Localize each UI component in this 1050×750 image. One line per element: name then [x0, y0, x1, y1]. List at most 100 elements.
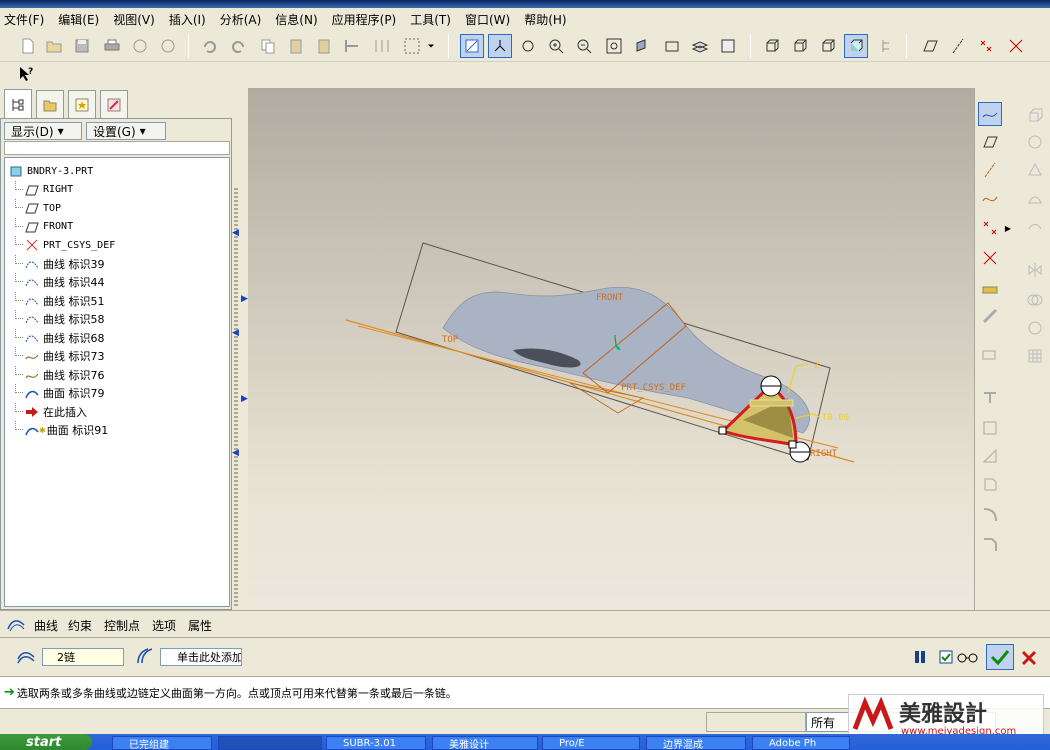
- draft-tool-icon[interactable]: [978, 472, 1002, 496]
- saved-views-icon[interactable]: [660, 34, 684, 58]
- collapse-arrow-icon[interactable]: ◀: [232, 448, 239, 458]
- tree-item[interactable]: 曲线 标识39: [15, 254, 105, 273]
- tab-options[interactable]: 选项: [152, 617, 176, 634]
- tree-item[interactable]: 曲线 标识68: [15, 328, 105, 347]
- taskbar-item[interactable]: 已完组建: [112, 736, 212, 750]
- accept-button[interactable]: [986, 644, 1014, 670]
- tab-properties[interactable]: 属性: [188, 617, 212, 634]
- reorient-icon[interactable]: [630, 34, 654, 58]
- tree-item[interactable]: ✱ 曲面 标识91: [15, 421, 108, 439]
- collapse-arrow-icon[interactable]: ◀: [232, 228, 239, 238]
- show-dropdown[interactable]: 显示(D) ▾: [4, 122, 82, 140]
- start-button[interactable]: start: [0, 734, 92, 750]
- shell-tool-icon[interactable]: [978, 416, 1002, 440]
- csys-tool-icon[interactable]: [978, 246, 1002, 270]
- menu-analysis[interactable]: 分析(A): [220, 11, 262, 28]
- second-direction-collector[interactable]: 单击此处添加: [160, 648, 242, 666]
- csys-display-icon[interactable]: [1004, 34, 1028, 58]
- tree-item[interactable]: PRT_CSYS_DEF: [15, 236, 115, 254]
- save-icon[interactable]: [70, 34, 94, 58]
- datum-plane-tool-icon[interactable]: [978, 130, 1002, 154]
- view-manager-icon[interactable]: [716, 34, 740, 58]
- wireframe-icon[interactable]: [760, 34, 784, 58]
- whats-this-help-icon[interactable]: ?: [14, 62, 38, 86]
- sweep-tool-icon[interactable]: [1023, 158, 1047, 182]
- glasses-preview-icon[interactable]: [956, 649, 980, 665]
- menu-file[interactable]: 文件(F): [4, 11, 44, 28]
- folder-browser-tab[interactable]: [36, 90, 64, 118]
- new-file-icon[interactable]: [16, 34, 40, 58]
- expand-arrow-icon[interactable]: ▶: [241, 294, 248, 304]
- round-tool-icon[interactable]: [978, 502, 1002, 526]
- tree-item[interactable]: TOP: [15, 199, 61, 217]
- taskbar-item[interactable]: 边界混成: [646, 736, 746, 750]
- settings-dropdown[interactable]: 设置(G) ▾: [86, 122, 166, 140]
- datum-axis-tool-icon[interactable]: [978, 158, 1002, 182]
- taskbar-item[interactable]: [218, 736, 322, 750]
- first-direction-collector[interactable]: 2链: [42, 648, 124, 666]
- regenerate-icon[interactable]: [340, 34, 364, 58]
- preview-checkbox[interactable]: [938, 649, 954, 665]
- datum-points-display-icon[interactable]: [974, 34, 998, 58]
- tree-item[interactable]: 在此插入: [15, 402, 87, 421]
- print-icon[interactable]: [100, 34, 124, 58]
- menu-window[interactable]: 窗口(W): [465, 11, 510, 28]
- mirror-tool-icon[interactable]: [1023, 258, 1047, 282]
- tree-item[interactable]: FRONT: [15, 217, 73, 236]
- zoom-out-icon[interactable]: [572, 34, 596, 58]
- datum-planes-display-icon[interactable]: [918, 34, 942, 58]
- repaint-icon[interactable]: [460, 34, 484, 58]
- style-tool-icon[interactable]: [1023, 216, 1047, 240]
- tab-curves[interactable]: 曲线: [34, 617, 58, 634]
- model-tree-toggle-icon[interactable]: [876, 34, 900, 58]
- analysis-feature-icon[interactable]: [978, 276, 1002, 300]
- datum-axes-display-icon[interactable]: [946, 34, 970, 58]
- zoom-in-icon[interactable]: [544, 34, 568, 58]
- taskbar-item[interactable]: 美雅设计: [432, 736, 538, 750]
- taskbar-item[interactable]: Adobe Ph: [752, 736, 850, 750]
- tree-item[interactable]: 曲面 标识79: [15, 384, 105, 402]
- no-hidden-icon[interactable]: [816, 34, 840, 58]
- taskbar-item[interactable]: SUBR-3.01: [326, 736, 426, 750]
- hidden-line-icon[interactable]: [788, 34, 812, 58]
- revolve-tool-icon[interactable]: [1023, 130, 1047, 154]
- sketch-tool-icon[interactable]: [978, 304, 1002, 328]
- menu-help[interactable]: 帮助(H): [524, 11, 566, 28]
- tree-item[interactable]: BNDRY-3.PRT: [9, 162, 93, 180]
- send-mail-icon[interactable]: [128, 34, 152, 58]
- selection-box-icon[interactable]: [400, 34, 424, 58]
- pattern-tool-icon[interactable]: [1023, 344, 1047, 368]
- tree-item[interactable]: 曲线 标识76: [15, 365, 105, 384]
- edit-references-icon[interactable]: [370, 34, 394, 58]
- model-view[interactable]: FRONT TOP PRT_CSYS_DEF Z T0.00 RIGHT: [248, 88, 974, 610]
- menu-info[interactable]: 信息(N): [275, 11, 317, 28]
- cancel-button[interactable]: [1018, 647, 1040, 669]
- tab-control-points[interactable]: 控制点: [104, 617, 140, 634]
- favorites-tab[interactable]: [68, 90, 96, 118]
- spin-center-icon[interactable]: [488, 34, 512, 58]
- collapse-arrow-icon[interactable]: ◀: [232, 328, 239, 338]
- taskbar-item[interactable]: Pro/E: [542, 736, 640, 750]
- shading-icon[interactable]: [844, 34, 868, 58]
- model-tree-tab[interactable]: [4, 89, 32, 119]
- datum-display-icon[interactable]: [978, 102, 1002, 126]
- edit-feature-icon[interactable]: [978, 344, 1002, 368]
- blend-tool-icon[interactable]: [1023, 186, 1047, 210]
- redo-icon[interactable]: [226, 34, 250, 58]
- tree-item[interactable]: 曲线 标识44: [15, 273, 105, 291]
- mail-attach-icon[interactable]: [156, 34, 180, 58]
- paste-icon[interactable]: [284, 34, 308, 58]
- chevron-down-icon[interactable]: [424, 34, 438, 58]
- open-file-icon[interactable]: [42, 34, 66, 58]
- tree-item[interactable]: RIGHT: [15, 180, 73, 199]
- tab-constraints[interactable]: 约束: [68, 617, 92, 634]
- orient-mode-icon[interactable]: [516, 34, 540, 58]
- panel-splitter[interactable]: ◀ ▶ ◀ ▶ ◀: [232, 88, 248, 610]
- hole-tool-icon[interactable]: [978, 386, 1002, 410]
- tree-item[interactable]: 曲线 标识58: [15, 310, 105, 328]
- connections-tab[interactable]: [100, 90, 128, 118]
- layers-icon[interactable]: [688, 34, 712, 58]
- chevron-right-icon[interactable]: ▶: [1003, 216, 1013, 240]
- expand-arrow-icon[interactable]: ▶: [241, 394, 248, 404]
- extrude-tool-icon[interactable]: [1023, 102, 1047, 126]
